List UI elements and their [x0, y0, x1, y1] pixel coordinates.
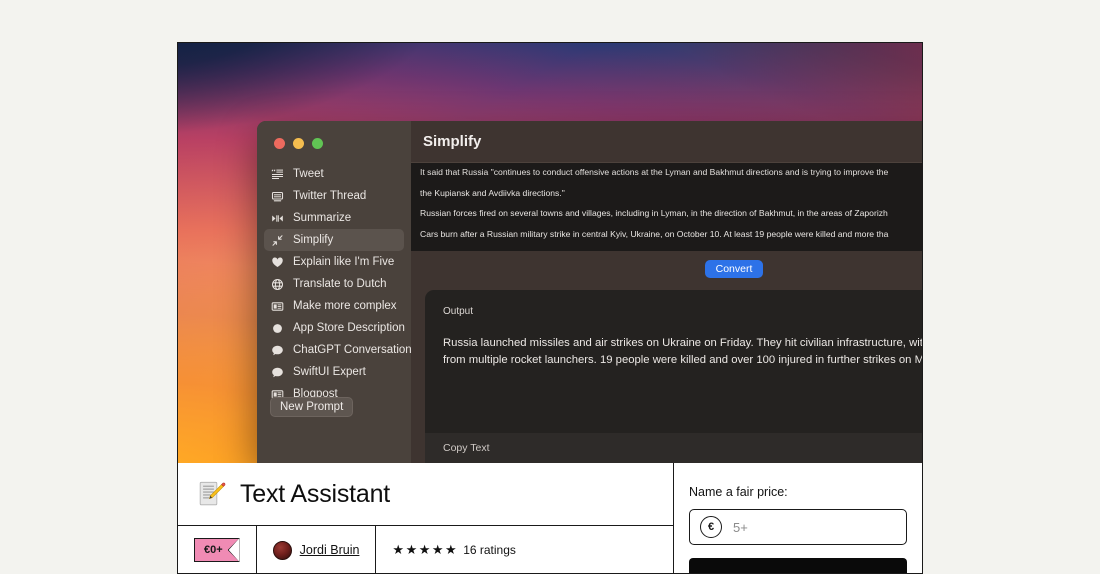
app-main-header: Simplify: [411, 121, 922, 163]
hero-preview: Tweet Twitter Thread Summarize Simplify …: [178, 43, 922, 463]
sidebar-item-swiftui-expert[interactable]: SwiftUI Expert: [264, 361, 404, 383]
new-prompt-button[interactable]: New Prompt: [270, 397, 354, 417]
editor-line: Cars burn after a Russian military strik…: [420, 228, 889, 239]
circle-icon: [271, 322, 284, 335]
input-textarea[interactable]: It said that Russia "continues to conduc…: [411, 163, 922, 251]
output-label: Output: [443, 306, 474, 317]
seller-link[interactable]: Jordi Bruin: [300, 543, 360, 557]
star-rating-icon: ★★★★★: [392, 542, 459, 557]
output-line: Russia launched missiles and air strikes…: [443, 337, 922, 349]
close-button[interactable]: [274, 138, 285, 149]
price-badge-cell: €0+: [178, 526, 257, 573]
convert-row: Convert: [411, 251, 922, 290]
shrink-diagonal-icon: [271, 234, 284, 247]
editor-line: Russian forces fired on several towns an…: [420, 208, 888, 219]
price-input[interactable]: € 5+: [689, 509, 907, 545]
output-text: Russia launched missiles and air strikes…: [425, 317, 922, 433]
app-main-pane: Simplify It said that Russia "continues …: [411, 121, 922, 463]
zoom-button[interactable]: [312, 138, 323, 149]
editor-line: the Kupiansk and Avdiivka directions.": [420, 188, 565, 199]
seller-cell[interactable]: Jordi Bruin: [257, 526, 377, 573]
article-icon: [271, 300, 284, 313]
sidebar-item-summarize[interactable]: Summarize: [264, 207, 404, 229]
sidebar-item-tweet[interactable]: Tweet: [264, 163, 404, 185]
output-card: Output Russia launched missiles and air …: [425, 290, 922, 463]
editor-line: It said that Russia "continues to conduc…: [420, 167, 889, 177]
product-details: Text Assistant €0+ Jordi Bruin ★★★★★ 16 …: [178, 463, 674, 573]
sidebar-item-make-more-complex[interactable]: Make more complex: [264, 295, 404, 317]
collapse-horizontal-icon: [271, 212, 284, 225]
product-title-row: Text Assistant: [178, 463, 673, 526]
app-window-title: Simplify: [423, 133, 482, 150]
sidebar-item-label: Summarize: [293, 212, 352, 224]
convert-button[interactable]: Convert: [704, 260, 764, 278]
heart-icon: [271, 256, 284, 269]
page-title: Text Assistant: [240, 479, 391, 508]
sidebar-item-translate-to-dutch[interactable]: Translate to Dutch: [264, 273, 404, 295]
sidebar-item-label: SwiftUI Expert: [293, 366, 366, 378]
price-placeholder: 5+: [733, 519, 748, 535]
product-meta-row: €0+ Jordi Bruin ★★★★★ 16 ratings: [178, 526, 673, 573]
i-want-this-button[interactable]: I want this!: [689, 558, 907, 573]
stacked-cards-icon: [271, 190, 284, 203]
sidebar-item-label: Simplify: [293, 234, 334, 246]
output-line: from multiple rocket launchers. 19 peopl…: [443, 353, 922, 366]
memo-emoji-icon: [196, 479, 226, 509]
app-window: Tweet Twitter Thread Summarize Simplify …: [257, 121, 922, 463]
ratings-count: 16 ratings: [463, 543, 516, 557]
purchase-panel: Name a fair price: € 5+ I want this!: [674, 463, 922, 573]
sidebar-item-chatgpt-conversation[interactable]: ChatGPT Conversation: [264, 339, 412, 361]
price-badge-label: €0+: [204, 543, 223, 556]
sidebar-item-label: Explain like I'm Five: [293, 256, 395, 268]
sidebar-item-label: Translate to Dutch: [293, 278, 387, 290]
sidebar-item-label: App Store Description: [293, 322, 405, 334]
euro-currency-icon: €: [700, 516, 722, 538]
app-sidebar: Tweet Twitter Thread Summarize Simplify …: [257, 121, 412, 463]
sidebar-item-label: Tweet: [293, 168, 324, 180]
fair-price-label: Name a fair price:: [689, 485, 788, 499]
sidebar-item-app-store-description[interactable]: App Store Description: [264, 317, 405, 339]
editor-line: Russian missile strikes on Kyiv and othe…: [420, 248, 922, 251]
avatar: [272, 540, 292, 560]
price-badge: €0+: [194, 537, 240, 563]
product-info: Text Assistant €0+ Jordi Bruin ★★★★★ 16 …: [178, 463, 922, 573]
globe-icon: [271, 278, 284, 291]
sidebar-item-twitter-thread[interactable]: Twitter Thread: [264, 185, 404, 207]
sidebar-item-label: Make more complex: [293, 300, 397, 312]
sidebar-item-label: ChatGPT Conversation: [293, 344, 412, 356]
sidebar-item-simplify[interactable]: Simplify: [264, 229, 404, 251]
sidebar-item-label: Twitter Thread: [293, 190, 367, 202]
copy-text-button[interactable]: Copy Text: [425, 433, 922, 463]
speech-bubble-icon: [271, 344, 284, 357]
sidebar-item-explain-like-im-five[interactable]: Explain like I'm Five: [264, 251, 404, 273]
quote-lines-icon: [271, 168, 284, 181]
ratings-cell: ★★★★★ 16 ratings: [376, 526, 531, 573]
minimize-button[interactable]: [293, 138, 304, 149]
window-traffic-lights[interactable]: [257, 131, 411, 163]
product-card: Tweet Twitter Thread Summarize Simplify …: [177, 42, 923, 574]
speech-bubble-icon: [271, 366, 284, 379]
